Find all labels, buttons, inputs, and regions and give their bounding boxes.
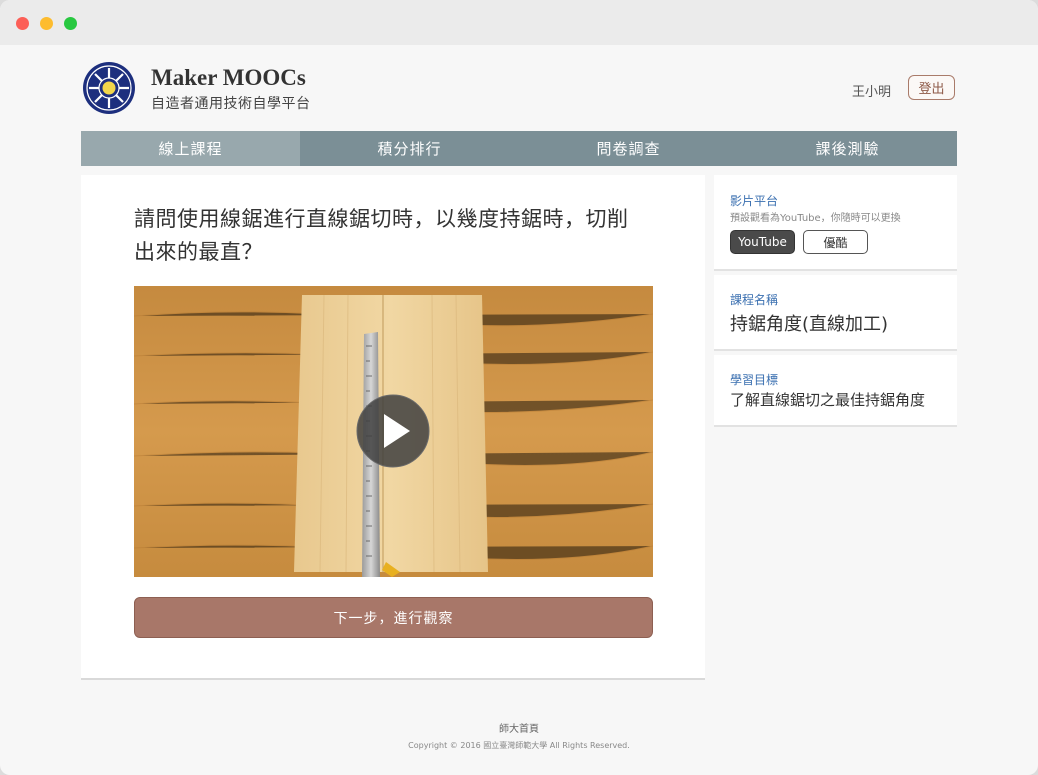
next-step-button[interactable]: 下一步，進行觀察 [134, 597, 653, 638]
logout-button[interactable]: 登出 [908, 75, 955, 100]
learning-goal-card: 學習目標 了解直線鋸切之最佳持鋸角度 [714, 355, 957, 427]
site-title[interactable]: Maker MOOCs [151, 65, 306, 91]
platform-hint: 預設觀看為YouTube，你隨時可以更換 [730, 213, 901, 224]
footer-home-link[interactable]: 師大首頁 [0, 720, 1038, 735]
youtube-button[interactable]: YouTube [730, 230, 795, 254]
video-player[interactable] [134, 286, 653, 577]
course-name-value: 持鋸角度(直線加工) [730, 314, 889, 335]
platform-label: 影片平台 [730, 194, 779, 208]
learning-goal-value: 了解直線鋸切之最佳持鋸角度 [730, 391, 926, 409]
tab-quiz[interactable]: 課後測驗 [738, 131, 957, 166]
site-header: Maker MOOCs 自造者通用技術自學平台 王小明 登出 [0, 45, 1038, 131]
window-titlebar [0, 0, 1038, 45]
minimize-window-button[interactable] [40, 17, 53, 30]
tab-ranking[interactable]: 積分排行 [300, 131, 519, 166]
username[interactable]: 王小明 [852, 81, 891, 100]
course-name-card: 課程名稱 持鋸角度(直線加工) [714, 275, 957, 351]
question-text: 請問使用線鋸進行直線鋸切時，以幾度持鋸時，切削出來的最直？ [134, 207, 629, 264]
learning-goal-label: 學習目標 [730, 373, 779, 387]
footer-copyright: Copyright © 2016 國立臺灣師範大學 All Rights Res… [408, 741, 630, 750]
youku-button[interactable]: 優酷 [803, 230, 868, 254]
browser-window: Maker MOOCs 自造者通用技術自學平台 王小明 登出 線上課程 積分排行… [0, 0, 1038, 775]
site-subtitle: 自造者通用技術自學平台 [151, 96, 311, 112]
video-thumbnail [134, 286, 653, 577]
close-window-button[interactable] [16, 17, 29, 30]
course-name-label: 課程名稱 [730, 293, 779, 307]
play-icon[interactable] [356, 394, 430, 468]
main-nav: 線上課程 積分排行 問卷調查 課後測驗 [81, 131, 957, 166]
platform-card: 影片平台 預設觀看為YouTube，你隨時可以更換 YouTube 優酷 [714, 175, 957, 271]
university-logo[interactable] [82, 61, 136, 115]
tab-online-courses[interactable]: 線上課程 [81, 131, 300, 166]
tab-survey[interactable]: 問卷調查 [519, 131, 738, 166]
maximize-window-button[interactable] [64, 17, 77, 30]
lesson-card: 請問使用線鋸進行直線鋸切時，以幾度持鋸時，切削出來的最直？ 下一步，進行觀察 [81, 175, 705, 680]
